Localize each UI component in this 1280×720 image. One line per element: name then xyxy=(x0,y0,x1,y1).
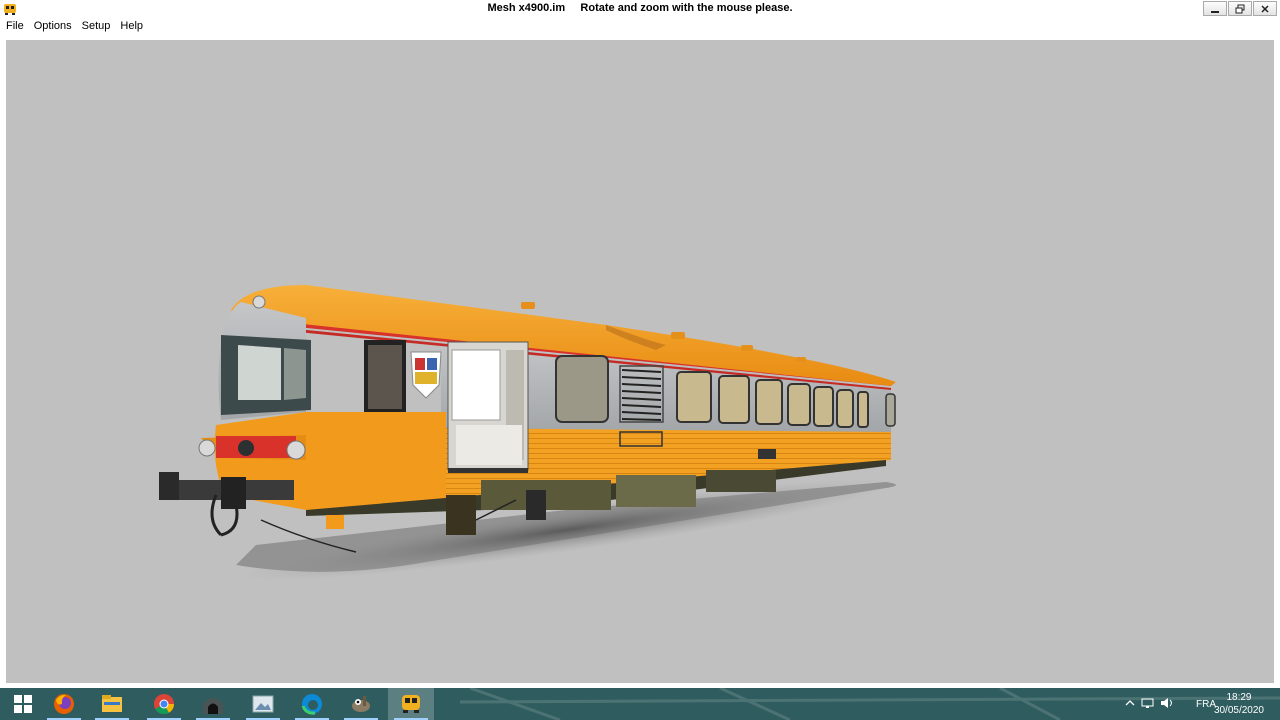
taskbar-gimp[interactable] xyxy=(338,688,384,720)
restore-icon xyxy=(1235,4,1245,13)
clock[interactable]: 18:29 30/05/2020 xyxy=(1214,691,1264,717)
network-icon[interactable] xyxy=(1141,697,1155,709)
gimp-icon xyxy=(352,696,370,712)
3d-viewport[interactable] xyxy=(6,40,1274,683)
clock-time: 18:29 xyxy=(1226,692,1252,703)
taskbar-explorer[interactable] xyxy=(89,688,135,720)
train-app-icon xyxy=(402,695,420,713)
menu-options[interactable]: Options xyxy=(29,18,77,34)
taskbar-chrome[interactable] xyxy=(141,688,187,720)
minimize-icon xyxy=(1211,10,1219,13)
windows-start-icon xyxy=(14,695,32,713)
restore-button[interactable] xyxy=(1228,1,1252,16)
taskbar-tunnel-app[interactable] xyxy=(190,688,236,720)
taskbar-firefox[interactable] xyxy=(41,688,87,720)
menu-file[interactable]: File xyxy=(1,18,29,34)
close-button[interactable] xyxy=(1253,1,1277,16)
minimize-button[interactable] xyxy=(1203,1,1227,16)
title-bar: Mesh x4900.im Rotate and zoom with the m… xyxy=(0,0,1280,18)
window-title: Mesh x4900.im Rotate and zoom with the m… xyxy=(487,2,793,14)
close-icon xyxy=(1261,4,1269,13)
chrome-icon xyxy=(154,694,175,715)
image-viewer-icon xyxy=(252,695,274,713)
clock-date: 30/05/2020 xyxy=(1213,705,1264,716)
chevron-up-icon[interactable] xyxy=(1125,698,1135,708)
tunnel-app-icon xyxy=(203,698,223,714)
taskbar-edge[interactable] xyxy=(289,688,335,720)
edge-icon xyxy=(301,694,322,715)
firefox-icon xyxy=(54,694,74,714)
menu-help[interactable]: Help xyxy=(115,18,148,34)
taskbar-train-app[interactable] xyxy=(388,688,434,720)
train-model xyxy=(159,285,896,581)
speaker-icon[interactable] xyxy=(1160,697,1174,709)
file-explorer-icon xyxy=(102,695,122,712)
menu-setup[interactable]: Setup xyxy=(77,18,116,34)
taskbar-image-viewer[interactable] xyxy=(240,688,286,720)
menu-bar: File Options Setup Help xyxy=(0,18,1280,34)
start-button[interactable] xyxy=(0,688,46,720)
taskbar: FRA 18:29 30/05/2020 xyxy=(0,688,1280,720)
